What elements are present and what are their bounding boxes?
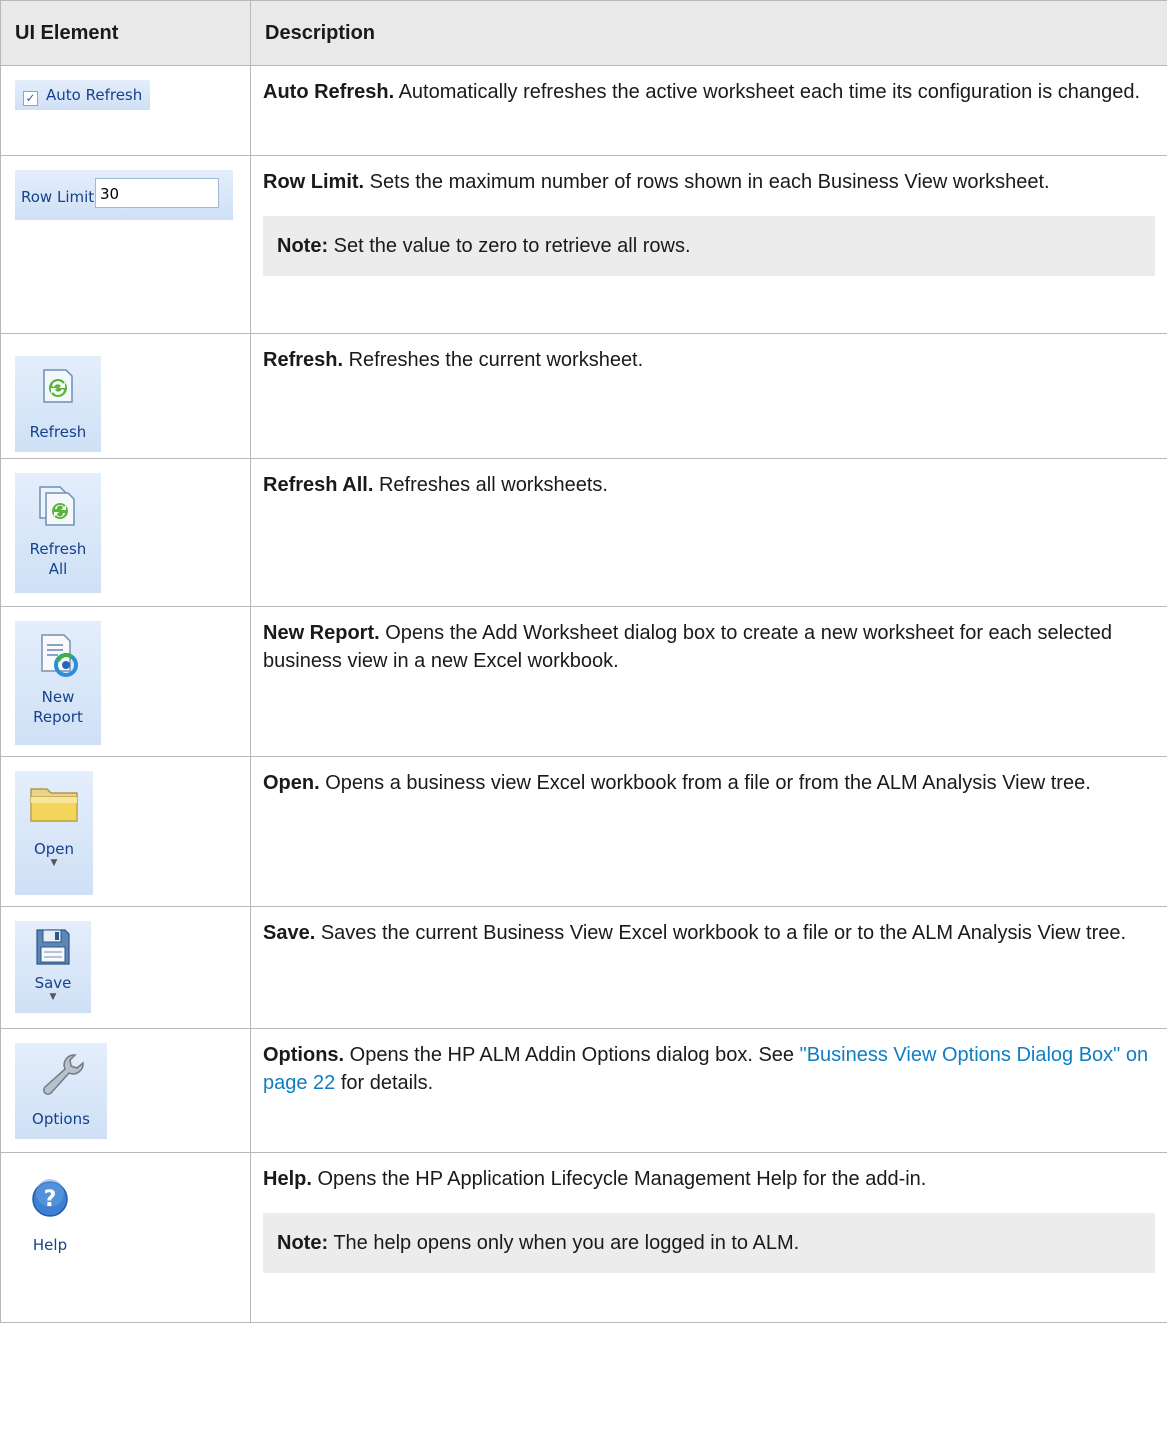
ui-element-cell: Refresh All — [0, 458, 251, 607]
table-row: New Report New Report. Opens the Add Wor… — [0, 606, 1167, 757]
table-row: ? Help Help. Opens the HP Application Li… — [0, 1152, 1167, 1323]
row-text: Refreshes all worksheets. — [378, 474, 608, 496]
open-label: Open — [33, 840, 75, 858]
description-cell: Refresh. Refreshes the current worksheet… — [250, 333, 1167, 459]
table-row: Options Options. Opens the HP ALM Addin … — [0, 1028, 1167, 1153]
ui-element-cell: Options — [0, 1028, 251, 1153]
options-button[interactable]: Options — [15, 1043, 107, 1139]
ui-element-cell: Open ▼ — [0, 756, 251, 907]
dropdown-arrow-icon: ▼ — [49, 992, 57, 1002]
row-text: Refreshes the current worksheet. — [348, 349, 644, 371]
header-ui-element: UI Element — [0, 0, 251, 66]
row-title: Refresh. — [263, 349, 344, 371]
new-report-label-line1: New — [41, 688, 75, 706]
refresh-label: Refresh — [29, 423, 87, 441]
row-title: New Report. — [263, 622, 380, 644]
options-label: Options — [32, 1110, 90, 1128]
row-text-after: for details. — [340, 1072, 434, 1094]
row-title: Help. — [263, 1168, 312, 1190]
row-title: Open. — [263, 772, 320, 794]
note-box: Note: The help opens only when you are l… — [263, 1213, 1155, 1273]
row-title: Row Limit. — [263, 171, 365, 193]
description-cell: Options. Opens the HP ALM Addin Options … — [250, 1028, 1167, 1153]
description-cell: Auto Refresh. Automatically refreshes th… — [250, 65, 1167, 156]
row-text: Saves the current Business View Excel wo… — [320, 922, 1127, 944]
row-title: Auto Refresh. — [263, 81, 395, 103]
row-text: Sets the maximum number of rows shown in… — [369, 171, 1050, 193]
description-cell: Open. Opens a business view Excel workbo… — [250, 756, 1167, 907]
header-description: Description — [250, 0, 1167, 66]
row-title: Save. — [263, 922, 316, 944]
table-row: Save ▼ Save. Saves the current Business … — [0, 906, 1167, 1029]
note-label: Note: — [277, 1232, 329, 1254]
row-limit-control: Row Limit 30 — [15, 170, 233, 220]
new-report-label-line2: Report — [33, 708, 83, 726]
row-title: Options. — [263, 1044, 345, 1066]
description-cell: Refresh All. Refreshes all worksheets. — [250, 458, 1167, 607]
refresh-button[interactable]: Refresh — [15, 356, 101, 452]
table-row: Open ▼ Open. Opens a business view Excel… — [0, 756, 1167, 907]
table-row: ✓ Auto Refresh Auto Refresh. Automaticall… — [0, 65, 1167, 156]
wrench-icon — [43, 1054, 84, 1095]
row-limit-label: Row Limit — [21, 188, 95, 206]
help-button[interactable]: ? Help — [15, 1173, 85, 1263]
row-text: Opens the HP Application Lifecycle Manag… — [317, 1168, 927, 1190]
checkmark-icon: ✓ — [23, 91, 38, 106]
dropdown-arrow-icon: ▼ — [50, 858, 58, 868]
open-button[interactable]: Open ▼ — [15, 771, 93, 895]
row-title: Refresh All. — [263, 474, 374, 496]
ui-element-cell: New Report — [0, 606, 251, 757]
note-text: Set the value to zero to retrieve all ro… — [333, 235, 691, 257]
ui-element-cell: ✓ Auto Refresh — [0, 65, 251, 156]
table-row: Refresh All Refresh All. Refreshes all w… — [0, 458, 1167, 607]
auto-refresh-label: Auto Refresh — [46, 86, 143, 104]
table-row: Row Limit 30 Row Limit. Sets the maximum… — [0, 155, 1167, 334]
auto-refresh-checkbox[interactable]: ✓ Auto Refresh — [15, 80, 151, 110]
table-header-row: UI Element Description — [0, 0, 1167, 66]
ui-element-cell: Save ▼ — [0, 906, 251, 1029]
description-cell: Row Limit. Sets the maximum number of ro… — [250, 155, 1167, 334]
folder-icon — [30, 788, 78, 822]
refresh-all-label-line1: Refresh — [29, 540, 87, 558]
new-report-button[interactable]: New Report — [15, 621, 101, 745]
new-report-icon — [41, 634, 78, 677]
ui-element-cell: Refresh — [0, 333, 251, 459]
row-text: Opens a business view Excel workbook fro… — [325, 772, 1091, 794]
note-box: Note: Set the value to zero to retrieve … — [263, 216, 1155, 276]
row-text: Opens the Add Worksheet dialog box to cr… — [263, 622, 1112, 672]
description-cell: Help. Opens the HP Application Lifecycle… — [250, 1152, 1167, 1323]
row-text: Automatically refreshes the active works… — [398, 81, 1141, 103]
help-icon: ? — [32, 1179, 68, 1217]
floppy-disk-icon — [36, 929, 70, 965]
refresh-icon — [43, 369, 73, 403]
save-label: Save — [34, 974, 72, 992]
save-button[interactable]: Save ▼ — [15, 921, 91, 1013]
refresh-all-button[interactable]: Refresh All — [15, 473, 101, 593]
ui-elements-table: UI Element Description ✓ Auto Refresh Aut… — [0, 0, 1167, 1323]
svg-text:?: ? — [44, 1187, 57, 1212]
row-text-before: Opens the HP ALM Addin Options dialog bo… — [349, 1044, 795, 1066]
description-cell: Save. Saves the current Business View Ex… — [250, 906, 1167, 1029]
note-text: The help opens only when you are logged … — [333, 1232, 800, 1254]
row-limit-input[interactable]: 30 — [95, 178, 219, 208]
help-label: Help — [32, 1236, 68, 1254]
ui-element-cell: ? Help — [0, 1152, 251, 1323]
description-cell: New Report. Opens the Add Worksheet dial… — [250, 606, 1167, 757]
note-label: Note: — [277, 235, 329, 257]
table-row: Refresh Refresh. Refreshes the current w… — [0, 333, 1167, 459]
ui-element-cell: Row Limit 30 — [0, 155, 251, 334]
refresh-all-icon — [39, 486, 75, 526]
refresh-all-label-line2: All — [48, 560, 68, 578]
